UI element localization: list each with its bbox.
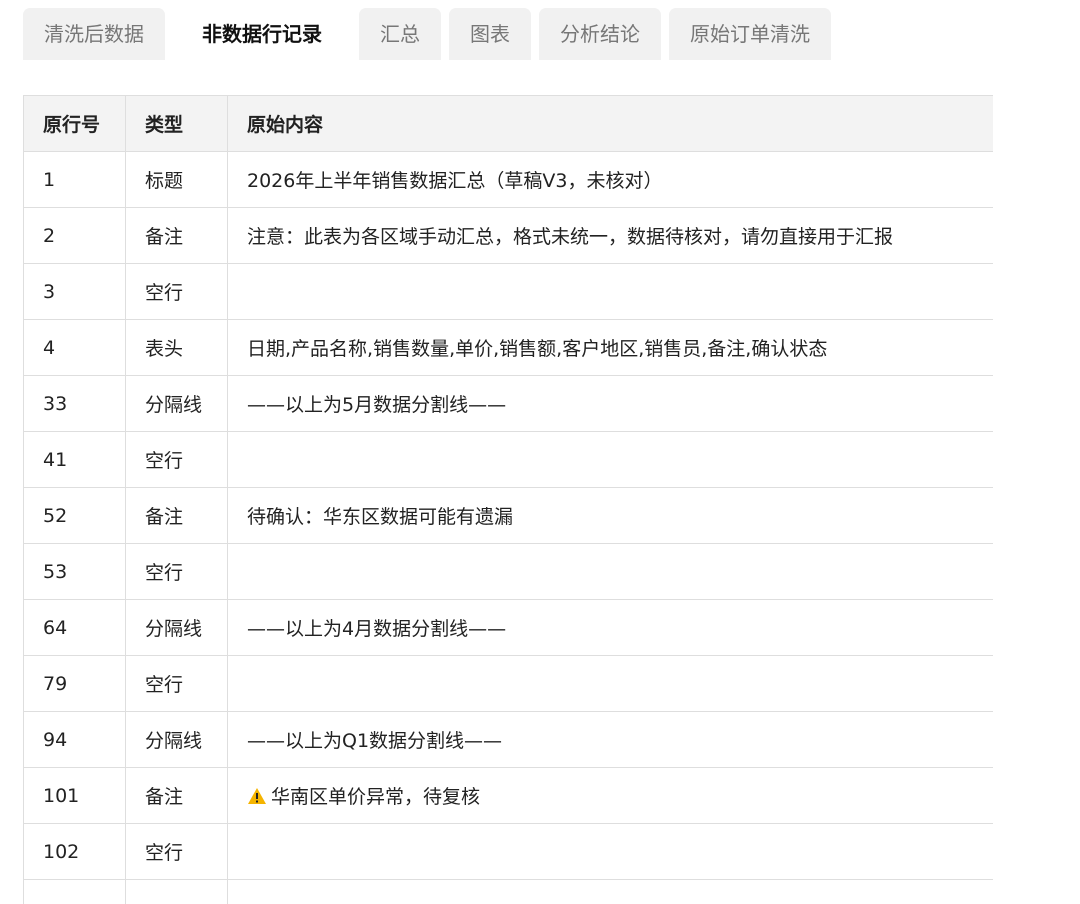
- cell-original-content: [227, 431, 993, 488]
- tab-4[interactable]: 分析结论: [539, 8, 661, 60]
- column-header-type: 类型: [125, 95, 228, 152]
- cell-type: 空行: [125, 655, 228, 712]
- tab-5[interactable]: 原始订单清洗: [669, 8, 831, 60]
- non-data-rows-table: 原行号 类型 原始内容 1 标题 2026年上半年销售数据汇总（草稿V3，未核对） 2…: [23, 95, 993, 904]
- cell-type: 标题: [125, 151, 228, 208]
- cell-type: 分隔线: [125, 599, 228, 656]
- table-row: 64 分隔线 ——以上为4月数据分割线——: [23, 599, 993, 656]
- cell-original-content: [227, 879, 993, 904]
- non-data-rows-table-container: 原行号 类型 原始内容 1 标题 2026年上半年销售数据汇总（草稿V3，未核对） 2…: [23, 95, 993, 904]
- tab-1[interactable]: 非数据行记录: [173, 8, 351, 60]
- table-row: 53 空行: [23, 543, 993, 600]
- tab-bar: 清洗后数据 非数据行记录 汇总 图表 分析结论 原始订单清洗: [23, 8, 839, 60]
- table-row: 3 空行: [23, 263, 993, 320]
- cell-original-content: 2026年上半年销售数据汇总（草稿V3，未核对）: [227, 151, 993, 208]
- cell-line-number: 52: [23, 487, 126, 544]
- warning-icon: [248, 788, 266, 804]
- table-row: 102 空行: [23, 823, 993, 880]
- tab-3[interactable]: 图表: [449, 8, 531, 60]
- cell-line-number: 4: [23, 319, 126, 376]
- table-row: 4 表头 日期,产品名称,销售数量,单价,销售额,客户地区,销售员,备注,确认状态: [23, 319, 993, 376]
- table-row: [23, 879, 993, 904]
- cell-type: 备注: [125, 487, 228, 544]
- cell-original-content: [227, 543, 993, 600]
- column-header-original-content: 原始内容: [227, 95, 993, 152]
- cell-line-number: 2: [23, 207, 126, 264]
- table-row: 41 空行: [23, 431, 993, 488]
- tab-2[interactable]: 汇总: [359, 8, 441, 60]
- cell-type: [125, 879, 228, 904]
- cell-line-number: 53: [23, 543, 126, 600]
- table-row: 94 分隔线 ——以上为Q1数据分割线——: [23, 711, 993, 768]
- cell-original-content: 注意：此表为各区域手动汇总，格式未统一，数据待核对，请勿直接用于汇报: [227, 207, 993, 264]
- cell-line-number: 33: [23, 375, 126, 432]
- table-row: 52 备注 待确认：华东区数据可能有遗漏: [23, 487, 993, 544]
- cell-original-content: [227, 263, 993, 320]
- cell-line-number: 94: [23, 711, 126, 768]
- cell-line-number: 1: [23, 151, 126, 208]
- cell-line-number: 79: [23, 655, 126, 712]
- cell-line-number: 41: [23, 431, 126, 488]
- table-row: 101 备注 华南区单价异常，待复核: [23, 767, 993, 824]
- cell-content-text: 华南区单价异常，待复核: [271, 786, 481, 808]
- cell-original-content: ——以上为4月数据分割线——: [227, 599, 993, 656]
- cell-line-number: [23, 879, 126, 904]
- cell-type: 空行: [125, 263, 228, 320]
- table-row: 33 分隔线 ——以上为5月数据分割线——: [23, 375, 993, 432]
- cell-line-number: 101: [23, 767, 126, 824]
- cell-original-content: 华南区单价异常，待复核: [227, 767, 993, 824]
- cell-type: 备注: [125, 207, 228, 264]
- tab-0[interactable]: 清洗后数据: [23, 8, 165, 60]
- table-row: 79 空行: [23, 655, 993, 712]
- table-header-row: 原行号 类型 原始内容: [23, 95, 993, 152]
- cell-type: 空行: [125, 543, 228, 600]
- cell-original-content: 待确认：华东区数据可能有遗漏: [227, 487, 993, 544]
- cell-original-content: [227, 655, 993, 712]
- cell-original-content: ——以上为Q1数据分割线——: [227, 711, 993, 768]
- table-row: 1 标题 2026年上半年销售数据汇总（草稿V3，未核对）: [23, 151, 993, 208]
- cell-original-content: ——以上为5月数据分割线——: [227, 375, 993, 432]
- table-row: 2 备注 注意：此表为各区域手动汇总，格式未统一，数据待核对，请勿直接用于汇报: [23, 207, 993, 264]
- cell-original-content: [227, 823, 993, 880]
- column-header-line-number: 原行号: [23, 95, 126, 152]
- cell-type: 空行: [125, 823, 228, 880]
- cell-type: 分隔线: [125, 375, 228, 432]
- cell-type: 分隔线: [125, 711, 228, 768]
- cell-line-number: 102: [23, 823, 126, 880]
- cell-type: 空行: [125, 431, 228, 488]
- cell-type: 表头: [125, 319, 228, 376]
- cell-line-number: 64: [23, 599, 126, 656]
- cell-line-number: 3: [23, 263, 126, 320]
- cell-original-content: 日期,产品名称,销售数量,单价,销售额,客户地区,销售员,备注,确认状态: [227, 319, 993, 376]
- cell-type: 备注: [125, 767, 228, 824]
